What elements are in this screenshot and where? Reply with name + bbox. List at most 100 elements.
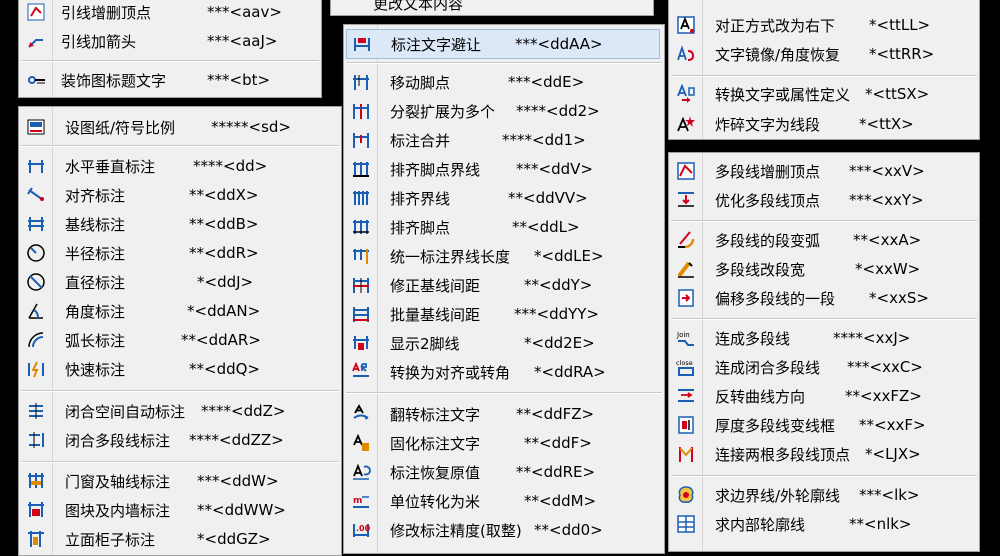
menu-item-fix-dim-text[interactable]: 固化标注文字 **<ddF> <box>344 429 664 457</box>
menu-item-show-two-ext[interactable]: 显示2脚线 *<dd2E> <box>344 329 664 357</box>
menu-item-shortcut: *<dd2E> <box>524 334 595 352</box>
baseline-dim-icon <box>26 214 46 234</box>
menu-item-aligned-dim[interactable]: 对齐标注 **<ddX> <box>19 181 341 209</box>
menu-item-dim-text-avoid[interactable]: 标注文字避让 ***<ddAA> <box>346 29 660 59</box>
menu-item-pline-vertex-edit[interactable]: 多段线增删顶点 ***<xxV> <box>669 157 979 185</box>
arc-length-dim-icon <box>26 330 46 350</box>
menu-item-convert-text-attdef[interactable]: 转换文字或属性定义 *<ttSX> <box>669 80 979 108</box>
menu-item-label: 移动脚点 <box>390 73 451 92</box>
menu-item-block-wall-dim[interactable]: 图块及内墙标注 **<ddWW> <box>19 496 341 524</box>
closed-space-dim-icon <box>26 401 46 421</box>
menu-separator <box>346 62 662 64</box>
menu-item-explode-text[interactable]: 炸碎文字为线段 *<ttX> <box>669 110 979 138</box>
menu-item-baseline-dim[interactable]: 基线标注 **<ddB> <box>19 210 341 238</box>
menu-item-drawing-scale[interactable]: 设图纸/符号比例 *****<sd> <box>19 113 341 141</box>
menu-item-leader-vertex[interactable]: 引线增删顶点 ***<aav> <box>19 0 321 26</box>
menu-item-split-dim[interactable]: 分裂扩展为多个 ****<dd2> <box>344 97 664 125</box>
pline-vertex-edit-icon <box>676 161 696 181</box>
menu-item-pline-offset-segment[interactable]: 偏移多段线的一段 *<xxS> <box>669 284 979 312</box>
menu-item-pline-optimize[interactable]: 优化多段线顶点 ***<xxY> <box>669 186 979 214</box>
menu-item-convert-aligned-rotated[interactable]: 转换为对齐或转角 *<ddRA> <box>344 358 664 386</box>
menu-item-label: 闭合多段线标注 <box>65 431 171 450</box>
menu-item-text-stub[interactable]: 更改文本内容 <box>331 0 653 15</box>
menu-item-unit-to-meter[interactable]: m 单位转化为米 **<ddM> <box>344 487 664 515</box>
menu-item-diameter-dim[interactable]: 直径标注 *<ddJ> <box>19 268 341 296</box>
menu-item-label: 对齐标注 <box>65 186 126 205</box>
menu-item-label: 标注文字避让 <box>391 35 482 54</box>
menu-item-shortcut: ****<dd> <box>193 157 268 175</box>
menu-item-linear-dim[interactable]: 水平垂直标注 ****<dd> <box>19 152 341 180</box>
menu-text-stub: 更改文本内容 <box>330 0 654 16</box>
menu-item-merge-dim[interactable]: 标注合并 ****<dd1> <box>344 126 664 154</box>
menu-item-closed-pline-dim[interactable]: 闭合多段线标注 ****<ddZZ> <box>19 426 341 454</box>
menu-item-label: 对正方式改为右下 <box>715 16 836 35</box>
drawing-scale-icon <box>26 117 46 137</box>
menu-item-flip-dim-text[interactable]: 翻转标注文字 **<ddFZ> <box>344 400 664 428</box>
dim-precision-icon: .00 <box>351 520 371 540</box>
unit-to-meter-icon: m <box>351 491 371 511</box>
menu-item-shortcut: **<xxFZ> <box>845 387 922 405</box>
menu-item-closed-space-dim[interactable]: 闭合空间自动标注 ****<ddZ> <box>19 397 341 425</box>
menu-item-title-decor[interactable]: 装饰图标题文字 ***<bt> <box>19 66 321 94</box>
menu-item-label: 门窗及轴线标注 <box>65 472 171 491</box>
menu-item-label: 反转曲线方向 <box>715 387 806 406</box>
menu-item-label: 引线加箭头 <box>61 32 137 51</box>
menu-item-shortcut: *****<sd> <box>211 118 291 136</box>
menu-item-unify-ext-length[interactable]: 统一标注界线长度 *<ddLE> <box>344 242 664 270</box>
menu-item-shortcut: **<ddM> <box>524 492 597 510</box>
menu-item-radius-dim[interactable]: 半径标注 **<ddR> <box>19 239 341 267</box>
menu-separator <box>346 392 662 394</box>
explode-text-icon <box>676 114 696 134</box>
menu-separator <box>21 461 339 463</box>
menu-item-shortcut: *<LJX> <box>865 445 921 463</box>
menu-item-batch-baseline-spacing[interactable]: 批量基线间距 ***<ddYY> <box>344 300 664 328</box>
menu-item-move-foot[interactable]: 移动脚点 ***<ddE> <box>344 68 664 96</box>
menu-item-join-pline[interactable]: Join 连成多段线 ****<xxJ> <box>669 324 979 352</box>
convert-aligned-rotated-icon <box>351 362 371 382</box>
menu-item-restore-dim-value[interactable]: 标注恢复原值 **<ddRE> <box>344 458 664 486</box>
menu-item-shortcut: *<ttSX> <box>865 85 930 103</box>
batch-baseline-spacing-icon <box>351 304 371 324</box>
menu-leader-tools: 引线增删顶点 ***<aav> 引线加箭头 ***<aaJ> 装饰图标题文字 *… <box>18 0 322 98</box>
menu-item-label: 设图纸/符号比例 <box>65 118 176 137</box>
dim-text-avoid-icon <box>352 34 372 54</box>
menu-item-align-foot[interactable]: 排齐脚点 **<ddL> <box>344 213 664 241</box>
menu-item-pline-segment-arc[interactable]: 多段线的段变弧 **<xxA> <box>669 226 979 254</box>
thick-pline-outline-icon <box>676 415 696 435</box>
menu-item-shortcut: *<xxW> <box>855 260 921 278</box>
menu-item-leader-arrow[interactable]: 引线加箭头 ***<aaJ> <box>19 27 321 55</box>
menu-item-elevation-cabinet-dim[interactable]: 立面柜子标注 *<ddGZ> <box>19 525 341 553</box>
join-pline-icon: Join <box>676 328 696 348</box>
menu-item-dim-precision[interactable]: .00 修改标注精度(取整) **<dd0> <box>344 516 664 544</box>
menu-item-shortcut: **<xxA> <box>853 231 922 249</box>
menu-item-arc-length-dim[interactable]: 弧长标注 **<ddAR> <box>19 326 341 354</box>
menu-item-align-foot-ext[interactable]: 排齐脚点界线 ***<ddV> <box>344 155 664 183</box>
aligned-dim-icon <box>26 185 46 205</box>
menu-item-connect-pline-vertices[interactable]: 连接两根多段线顶点 *<LJX> <box>669 440 979 468</box>
menu-item-thick-pline-outline[interactable]: 厚度多段线变线框 **<xxF> <box>669 411 979 439</box>
menu-item-shortcut: ***<aav> <box>207 3 282 21</box>
menu-item-text-mirror-restore[interactable]: 文字镜像/角度恢复 *<ttRR> <box>669 40 979 68</box>
menu-item-shortcut: *<ddGZ> <box>197 530 271 548</box>
menu-item-shortcut: *<xxS> <box>869 289 929 307</box>
menu-item-justify-bottom-right[interactable]: 对正方式改为右下 *<ttLL> <box>669 11 979 39</box>
menu-item-reverse-curve[interactable]: 反转曲线方向 **<xxFZ> <box>669 382 979 410</box>
menu-item-shortcut: ***<ddW> <box>197 472 279 490</box>
svg-text:Join: Join <box>676 331 690 339</box>
menu-item-fix-baseline-spacing[interactable]: 修正基线间距 **<ddY> <box>344 271 664 299</box>
menu-item-boundary-outline[interactable]: 求边界线/外轮廓线 ***<lk> <box>669 481 979 509</box>
menu-item-label: 连成闭合多段线 <box>715 358 821 377</box>
menu-item-inner-outline[interactable]: 求内部轮廓线 **<nlk> <box>669 510 979 538</box>
boundary-outline-icon <box>676 485 696 505</box>
menu-separator <box>21 390 339 392</box>
menu-item-door-window-dim[interactable]: 门窗及轴线标注 ***<ddW> <box>19 467 341 495</box>
menu-item-angle-dim[interactable]: 角度标注 *<ddAN> <box>19 297 341 325</box>
align-foot-icon <box>351 217 371 237</box>
menu-item-shortcut: **<ddF> <box>524 434 592 452</box>
menu-item-label: 立面柜子标注 <box>65 530 156 549</box>
menu-item-label: 标注恢复原值 <box>390 463 481 482</box>
menu-item-pline-segment-width[interactable]: 多段线改段宽 *<xxW> <box>669 255 979 283</box>
menu-item-quick-dim[interactable]: 快速标注 **<ddQ> <box>19 355 341 383</box>
menu-item-align-ext[interactable]: 排齐界线 **<ddVV> <box>344 184 664 212</box>
menu-item-join-closed-pline[interactable]: close 连成闭合多段线 ***<xxC> <box>669 353 979 381</box>
